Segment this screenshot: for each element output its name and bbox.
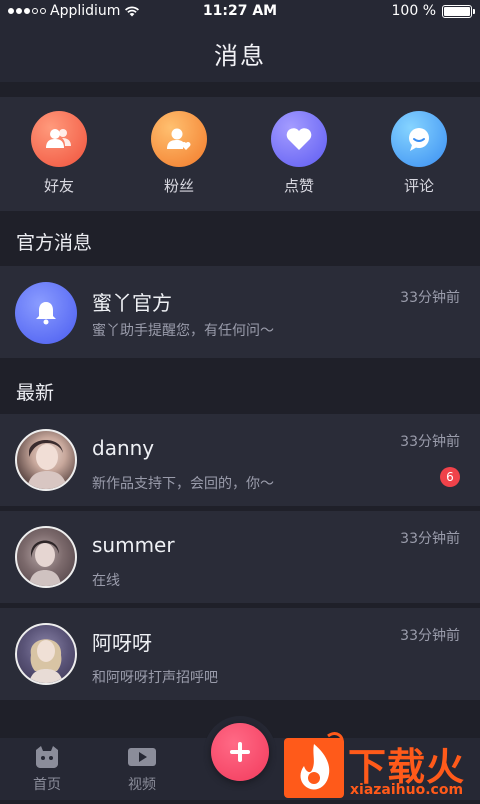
list-item[interactable]: summer 在线 33分钟前 [0, 511, 480, 603]
contact-name: summer [92, 533, 175, 557]
official-message: 蜜丫助手提醒您，有任何问～ [92, 323, 274, 339]
status-bar: Applidium 11:27 AM 100 % [0, 0, 480, 24]
category-row: 好友 粉丝 点赞 评论 [0, 97, 480, 211]
home-icon [36, 746, 58, 768]
nav-bar: 消息 [0, 24, 480, 82]
video-icon [128, 748, 156, 766]
battery-level [444, 6, 470, 16]
battery-icon [442, 4, 475, 18]
official-message-row[interactable]: 蜜丫官方 蜜丫助手提醒您，有任何问～ 33分钟前 [0, 266, 480, 358]
last-message: 和阿呀呀打声招呼吧 [92, 670, 218, 686]
category-comments[interactable]: 评论 [379, 111, 459, 196]
comment-icon [391, 111, 447, 167]
tab-label: 首页 [33, 777, 61, 793]
category-label: 粉丝 [163, 177, 194, 195]
category-likes[interactable]: 点赞 [259, 111, 339, 196]
tab-label: 视频 [128, 777, 156, 793]
fans-icon [151, 111, 207, 167]
last-message: 在线 [92, 573, 120, 589]
avatar [15, 623, 77, 685]
heart-icon [271, 111, 327, 167]
category-fans[interactable]: 粉丝 [139, 111, 219, 196]
unread-badge: 6 [440, 467, 460, 487]
official-time: 33分钟前 [400, 290, 460, 306]
avatar [15, 526, 77, 588]
contact-name: danny [92, 436, 155, 460]
category-label: 点赞 [283, 177, 314, 195]
tab-video[interactable]: 视频 [112, 746, 172, 794]
plus-icon [230, 742, 250, 762]
list-item[interactable]: danny 新作品支持下，会回的，你～ 33分钟前 6 [0, 414, 480, 506]
avatar [15, 429, 77, 491]
watermark: 下载火 xiazaihuo.com [282, 732, 478, 800]
message-time: 33分钟前 [400, 434, 460, 450]
contact-name: 阿呀呀 [92, 631, 152, 655]
status-right: 100 % [391, 3, 475, 19]
friends-icon [31, 111, 87, 167]
page-title: 消息 [214, 41, 266, 70]
add-post-button[interactable] [211, 723, 269, 781]
category-friends[interactable]: 好友 [19, 111, 99, 196]
category-label: 好友 [43, 177, 74, 195]
watermark-url: xiazaihuo.com [350, 782, 464, 798]
bell-icon [15, 282, 77, 344]
tab-home[interactable]: 首页 [17, 746, 77, 794]
section-header-latest: 最新 [16, 382, 55, 404]
list-item[interactable]: 阿呀呀 和阿呀呀打声招呼吧 33分钟前 [0, 608, 480, 700]
section-header-official: 官方消息 [16, 232, 93, 254]
official-name: 蜜丫官方 [92, 291, 172, 315]
message-time: 33分钟前 [400, 628, 460, 644]
message-time: 33分钟前 [400, 531, 460, 547]
category-label: 评论 [403, 177, 434, 195]
battery-percent: 100 % [391, 3, 436, 19]
last-message: 新作品支持下，会回的，你～ [92, 476, 274, 492]
